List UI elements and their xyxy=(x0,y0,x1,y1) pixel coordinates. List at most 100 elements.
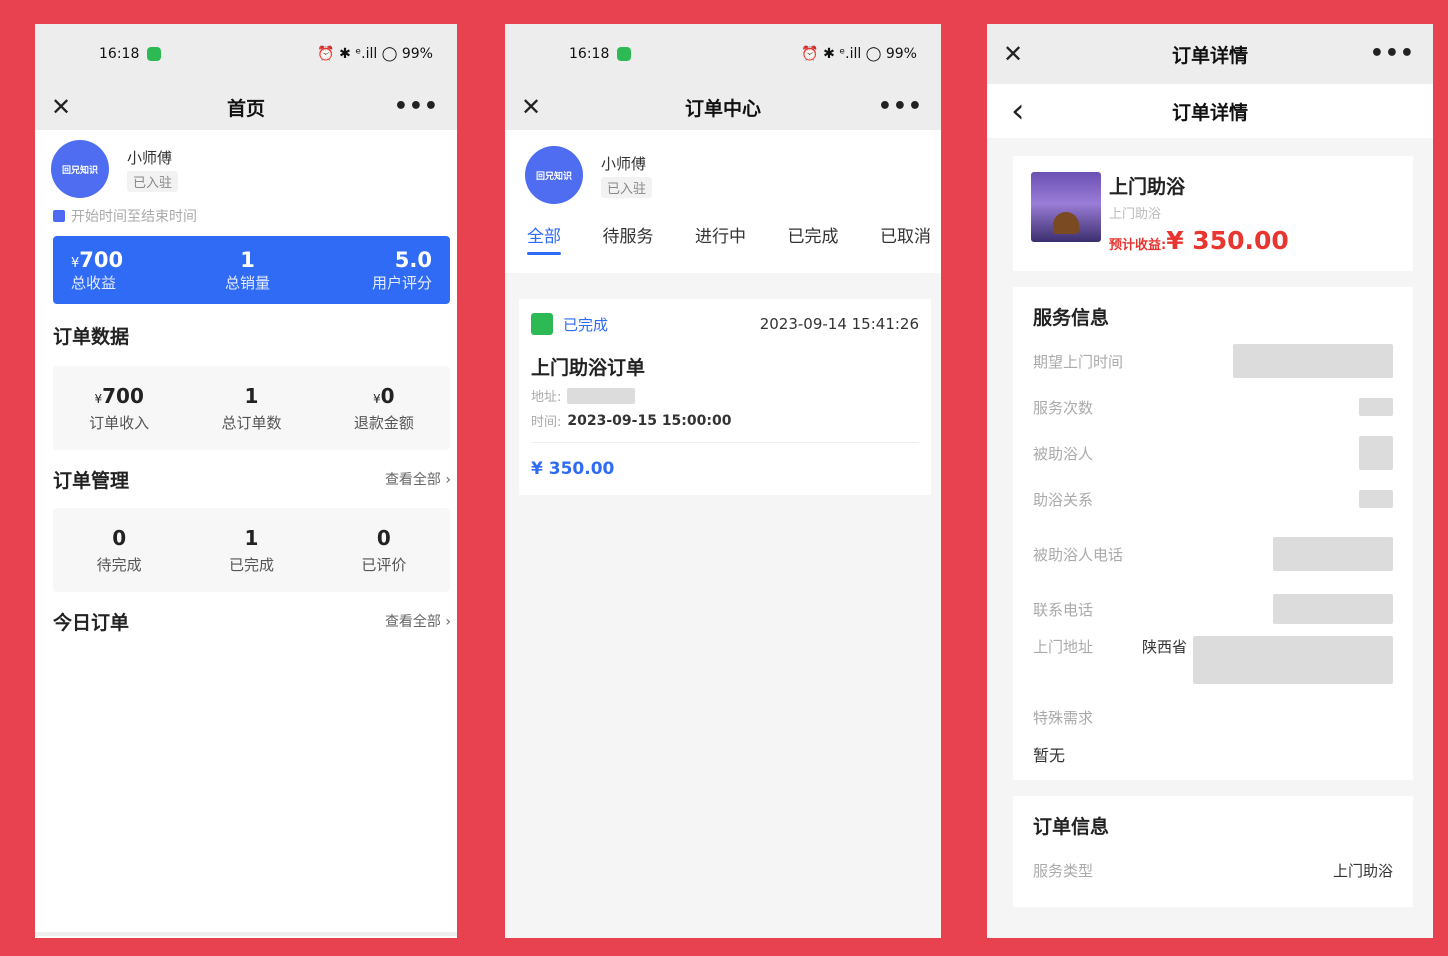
order-data-header: 订单数据 xyxy=(35,304,457,366)
profile: 回兄知识 小师傅 已入驻 xyxy=(505,130,941,204)
summary-total-sales: 1 总销量 xyxy=(225,247,271,292)
today-orders-title: 今日订单 xyxy=(53,611,130,634)
profile-tag: 已入驻 xyxy=(601,176,653,198)
order-tabs: 全部 待服务 进行中 已完成 已取消 xyxy=(505,204,941,255)
product-sub: 上门助浴 xyxy=(1109,207,1162,222)
income-label: 预计收益: xyxy=(1109,238,1167,253)
product-card: 上门助浴 上门助浴 预计收益:¥ 350.00 xyxy=(1013,156,1413,271)
avatar: 回兄知识 xyxy=(525,146,583,204)
order-status-icon xyxy=(531,313,553,335)
order-manage-grid: 0 待完成 1 已完成 0 已评价 xyxy=(53,508,450,592)
completed-count[interactable]: 1 已完成 xyxy=(229,526,274,575)
service-info-card: 服务信息 期望上门时间 服务次数 被助浴人 助浴关系 被助浴人电话 联系电话 上… xyxy=(1013,287,1413,780)
info-row: 期望上门时间 xyxy=(1033,338,1393,384)
today-orders-header: 今日订单 查看全部 › xyxy=(35,592,457,650)
order-created-time: 2023-09-14 15:41:26 xyxy=(759,315,919,333)
redacted-value xyxy=(1359,436,1393,470)
order-card[interactable]: 已完成 2023-09-14 15:41:26 上门助浴订单 地址: 时间: 20… xyxy=(519,299,931,495)
redacted-value xyxy=(1193,636,1393,684)
top-title: 订单详情 xyxy=(1171,44,1248,67)
status-bar: 16:18 ⏰ ✱ ᵉ.ill ◯ 99% xyxy=(505,24,941,84)
refund-amount: ¥0 退款金额 xyxy=(353,383,414,432)
order-title: 上门助浴订单 xyxy=(531,357,646,379)
info-row: 被助浴人电话 xyxy=(1033,522,1393,586)
special-request-value: 暂无 xyxy=(1033,746,1066,765)
tab-completed[interactable]: 已完成 xyxy=(788,222,839,253)
redacted-value xyxy=(1359,398,1393,416)
home-screen: 16:18 ⏰ ✱ ᵉ.ill ◯ 99% ✕ 首页 ••• 回兄知识 小师傅 … xyxy=(35,24,457,938)
tab-all[interactable]: 全部 xyxy=(527,222,561,255)
order-data-title: 订单数据 xyxy=(53,325,130,348)
status-indicators: ⏰ ✱ ᵉ.ill ◯ 99% xyxy=(317,46,433,62)
avatar: 回兄知识 xyxy=(51,140,109,198)
order-list: 已完成 2023-09-14 15:41:26 上门助浴订单 地址: 时间: 20… xyxy=(505,273,941,938)
status-indicators: ⏰ ✱ ᵉ.ill ◯ 99% xyxy=(801,46,917,62)
order-center-screen: 16:18 ⏰ ✱ ᵉ.ill ◯ 99% ✕ 订单中心 ••• 回兄知识 小师… xyxy=(505,24,941,938)
order-detail-screen: ✕ 订单详情 ••• ‹ 订单详情 上门助浴 上门助浴 预计收益:¥ 350.0… xyxy=(987,24,1433,938)
order-income: ¥700 订单收入 xyxy=(89,383,150,432)
info-row: 特殊需求 xyxy=(1033,708,1094,727)
more-icon[interactable]: ••• xyxy=(1370,43,1415,65)
order-count: 1 总订单数 xyxy=(221,383,282,432)
info-row: 服务类型 上门助浴 xyxy=(1033,861,1393,880)
page-title: 订单详情 xyxy=(1171,101,1248,124)
calendar-icon xyxy=(53,210,65,222)
top-navbar: ✕ 订单详情 ••• xyxy=(987,24,1433,84)
address-redacted xyxy=(567,387,636,404)
tab-in-progress[interactable]: 进行中 xyxy=(695,222,746,253)
back-icon[interactable]: ‹ xyxy=(1011,94,1025,128)
redacted-value xyxy=(1273,594,1393,624)
back-bar: ‹ 订单详情 xyxy=(987,84,1433,138)
info-row: 被助浴人 xyxy=(1033,430,1393,476)
date-range-picker[interactable]: 开始时间至结束时间 xyxy=(35,198,457,226)
profile-tag: 已入驻 xyxy=(127,170,179,192)
order-status: 已完成 xyxy=(563,315,609,334)
order-price: ¥ 350.00 xyxy=(531,442,919,479)
close-icon[interactable]: ✕ xyxy=(521,95,541,119)
date-range-text: 开始时间至结束时间 xyxy=(71,209,197,225)
order-manage-title: 订单管理 xyxy=(53,469,130,492)
redacted-value xyxy=(1233,344,1393,378)
summary-card: ¥700 总收益 1 总销量 5.0 用户评分 xyxy=(53,236,450,304)
info-row: 助浴关系 xyxy=(1033,476,1393,522)
product-name: 上门助浴 xyxy=(1109,176,1186,198)
order-service-time: 2023-09-15 15:00:00 xyxy=(567,412,732,429)
more-icon[interactable]: ••• xyxy=(394,96,439,118)
summary-total-income: ¥700 总收益 xyxy=(71,247,124,292)
product-thumbnail xyxy=(1031,172,1101,242)
address-province: 陕西省 xyxy=(1141,638,1187,656)
home-indicator xyxy=(35,932,457,936)
time-label: 时间: xyxy=(531,415,562,430)
profile: 回兄知识 小师傅 已入驻 xyxy=(35,130,457,198)
info-row: 服务次数 xyxy=(1033,384,1393,430)
address-label: 地址: xyxy=(531,390,562,405)
service-info-title: 服务信息 xyxy=(1033,307,1110,329)
redacted-value xyxy=(1359,490,1393,508)
profile-name: 小师傅 xyxy=(601,154,647,173)
status-time: 16:18 xyxy=(99,46,140,62)
view-all-link[interactable]: 查看全部 › xyxy=(385,469,451,489)
summary-rating: 5.0 用户评分 xyxy=(371,247,432,292)
tab-to-serve[interactable]: 待服务 xyxy=(603,222,654,253)
profile-name: 小师傅 xyxy=(127,148,173,167)
status-bar: 16:18 ⏰ ✱ ᵉ.ill ◯ 99% xyxy=(35,24,457,84)
view-all-link-2[interactable]: 查看全部 › xyxy=(385,611,451,631)
navbar: ✕ 首页 ••• xyxy=(35,84,457,130)
wechat-icon xyxy=(617,47,632,61)
info-row: 联系电话 xyxy=(1033,586,1393,632)
more-icon[interactable]: ••• xyxy=(878,96,923,118)
reviewed-count[interactable]: 0 已评价 xyxy=(361,526,406,575)
close-icon[interactable]: ✕ xyxy=(1003,42,1023,66)
order-data-grid: ¥700 订单收入 1 总订单数 ¥0 退款金额 xyxy=(53,366,450,450)
info-row: 上门地址 陕西省 xyxy=(1033,632,1393,698)
tab-cancelled[interactable]: 已取消 xyxy=(880,222,931,253)
close-icon[interactable]: ✕ xyxy=(51,95,71,119)
income-value: ¥ 350.00 xyxy=(1166,226,1289,255)
page-title: 订单中心 xyxy=(684,97,761,120)
wechat-icon xyxy=(147,47,162,61)
order-info-title: 订单信息 xyxy=(1033,816,1110,838)
redacted-value xyxy=(1273,537,1393,571)
order-info-card: 订单信息 服务类型 上门助浴 xyxy=(1013,796,1413,907)
status-time: 16:18 xyxy=(569,46,610,62)
pending-count[interactable]: 0 待完成 xyxy=(97,526,142,575)
